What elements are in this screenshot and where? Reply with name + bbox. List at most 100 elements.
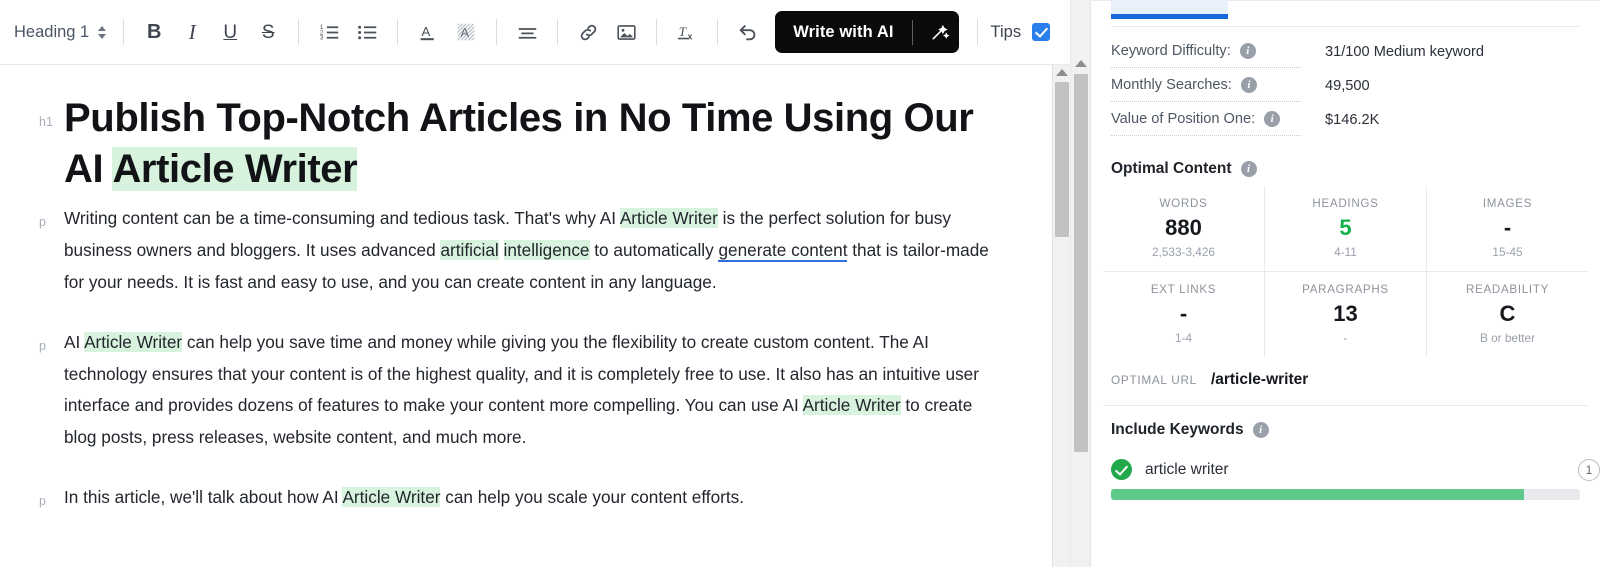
info-icon[interactable]: i <box>1240 77 1257 93</box>
scroll-up-arrow-icon[interactable] <box>1055 69 1068 76</box>
panel-active-tab-indicator[interactable] <box>1111 0 1228 19</box>
info-icon[interactable]: i <box>1239 43 1256 59</box>
include-keywords-title: Include Keywords <box>1111 421 1244 438</box>
optimal-url-row: OPTIMAL URL /article-writer <box>1091 357 1600 389</box>
app-root: Heading 1 B I U S 1 2 3 A A T x Write wi… <box>0 0 1600 567</box>
page-title: Publish Top-Notch Articles in No Time Us… <box>64 93 1009 195</box>
toolbar-divider <box>557 19 559 45</box>
block-content[interactable]: AI Article Writer can help you save time… <box>64 327 1009 482</box>
optimal-content-grid: WORDS 880 2,533-3,426 HEADINGS 5 4-11 IM… <box>1103 186 1588 357</box>
editor-scrollbar-thumb[interactable] <box>1055 82 1069 237</box>
info-icon[interactable]: i <box>1240 161 1257 177</box>
keyword-item[interactable]: article writer 1 <box>1111 459 1600 500</box>
highlight-color-button[interactable]: A <box>449 15 483 49</box>
svg-text:T: T <box>678 24 687 39</box>
document-block-p2: p AI Article Writer can help you save ti… <box>22 327 1010 482</box>
align-icon <box>518 27 536 39</box>
document-block-p3: p In this article, we'll talk about how … <box>22 482 1010 542</box>
underline-button[interactable]: U <box>213 15 247 49</box>
stat-value: C <box>1499 301 1516 326</box>
seo-side-panel: Keyword Difficulty: i 31/100 Medium keyw… <box>1070 0 1600 567</box>
stat-key: HEADINGS <box>1312 197 1379 210</box>
text-run: can help you scale your content efforts. <box>440 487 744 508</box>
paragraph: Writing content can be a time-consuming … <box>64 203 1009 298</box>
keyword-count-badge[interactable]: 1 <box>1578 459 1600 481</box>
undo-button[interactable] <box>731 15 765 49</box>
info-icon[interactable]: i <box>1264 111 1281 127</box>
metric-label: Monthly Searches: i <box>1111 77 1301 102</box>
scroll-up-arrow-icon[interactable] <box>1074 60 1087 67</box>
tips-checkbox[interactable] <box>1032 23 1051 41</box>
metric-row: Keyword Difficulty: i 31/100 Medium keyw… <box>1111 43 1580 68</box>
text-color-button[interactable]: A <box>411 15 445 49</box>
ordered-list-button[interactable]: 1 2 3 <box>312 15 346 49</box>
bold-button[interactable]: B <box>137 15 171 49</box>
write-with-ai-button[interactable]: Write with AI <box>775 11 959 53</box>
block-content[interactable]: Writing content can be a time-consuming … <box>64 203 1009 326</box>
strikethrough-icon: S <box>261 21 275 43</box>
optimal-content-title: Optimal Content <box>1111 160 1232 177</box>
stat-range: B or better <box>1479 331 1536 345</box>
stat-key: EXT LINKS <box>1150 283 1217 296</box>
panel-scrollbar[interactable] <box>1071 0 1091 567</box>
toolbar-divider <box>298 19 300 45</box>
stat-value: - <box>1503 215 1512 240</box>
stat-range: - <box>1343 331 1348 345</box>
stat-value: - <box>1179 301 1188 326</box>
svg-text:A: A <box>460 24 469 39</box>
ordered-list-icon: 1 2 3 <box>320 24 338 41</box>
paragraph: In this article, we'll talk about how AI… <box>64 482 1009 514</box>
block-content[interactable]: Publish Top-Notch Articles in No Time Us… <box>64 93 1009 203</box>
stat-key: WORDS <box>1159 197 1208 210</box>
underline-icon: U <box>223 21 238 43</box>
italic-button[interactable]: I <box>175 15 209 49</box>
stat-range: 2,533-3,426 <box>1152 245 1215 259</box>
block-type-marker: p <box>39 338 46 353</box>
text-run: Writing content can be a time-consuming … <box>64 208 620 229</box>
insert-link-button[interactable] <box>571 15 605 49</box>
editor-scrollbar[interactable] <box>1052 65 1070 567</box>
toolbar-divider <box>976 19 978 45</box>
metric-row: Value of Position One: i $146.2K <box>1111 111 1580 136</box>
toolbar-divider <box>717 19 719 45</box>
stat-range: 15-45 <box>1492 245 1523 259</box>
panel-inner: Keyword Difficulty: i 31/100 Medium keyw… <box>1091 0 1600 500</box>
keyword-highlight: artificial <box>440 240 499 261</box>
panel-scrollbar-thumb[interactable] <box>1074 74 1088 452</box>
tips-label: Tips <box>990 22 1022 41</box>
monthly-searches-label: Monthly Searches: <box>1111 77 1232 93</box>
stat-value: 880 <box>1165 215 1202 240</box>
insert-image-button[interactable] <box>609 15 643 49</box>
keyword-name: article writer <box>1145 460 1229 478</box>
keyword-highlight: Article Writer <box>112 147 358 192</box>
text-run: In this article, we'll talk about how AI <box>64 487 343 508</box>
editor-pane: Heading 1 B I U S 1 2 3 A A T x Write wi… <box>0 0 1070 567</box>
magic-wand-icon[interactable] <box>927 22 953 42</box>
paragraph-style-select[interactable]: Heading 1 <box>12 19 112 46</box>
strikethrough-button[interactable]: S <box>251 15 285 49</box>
include-keywords-list: article writer 1 <box>1091 459 1600 500</box>
block-type-marker: p <box>39 494 46 509</box>
keyword-metrics: Keyword Difficulty: i 31/100 Medium keyw… <box>1091 27 1600 136</box>
keyword-progress-bar <box>1111 489 1580 500</box>
document-block-p1: p Writing content can be a time-consumin… <box>22 203 1010 326</box>
stat-words: WORDS 880 2,533-3,426 <box>1103 186 1264 271</box>
paragraph: AI Article Writer can help you save time… <box>64 327 1009 454</box>
text-run: AI <box>64 331 85 352</box>
editor-toolbar: Heading 1 B I U S 1 2 3 A A T x Write wi… <box>0 0 1070 65</box>
tips-toggle[interactable]: Tips <box>991 23 1051 42</box>
clear-formatting-button[interactable]: T x <box>670 15 704 49</box>
inline-link[interactable]: generate content <box>718 240 848 263</box>
stat-key: PARAGRAPHS <box>1302 283 1389 296</box>
document-body[interactable]: h1 Publish Top-Notch Articles in No Time… <box>0 65 1070 542</box>
keyword-difficulty-label: Keyword Difficulty: <box>1111 43 1231 59</box>
metric-label: Value of Position One: i <box>1111 111 1301 136</box>
italic-icon: I <box>188 19 196 44</box>
stat-range: 1-4 <box>1174 331 1193 345</box>
align-button[interactable] <box>510 15 544 49</box>
stat-key: IMAGES <box>1482 197 1533 210</box>
stat-images: IMAGES - 15-45 <box>1426 186 1588 271</box>
info-icon[interactable]: i <box>1252 422 1269 438</box>
block-content[interactable]: In this article, we'll talk about how AI… <box>64 482 1009 542</box>
bulleted-list-button[interactable] <box>350 15 384 49</box>
